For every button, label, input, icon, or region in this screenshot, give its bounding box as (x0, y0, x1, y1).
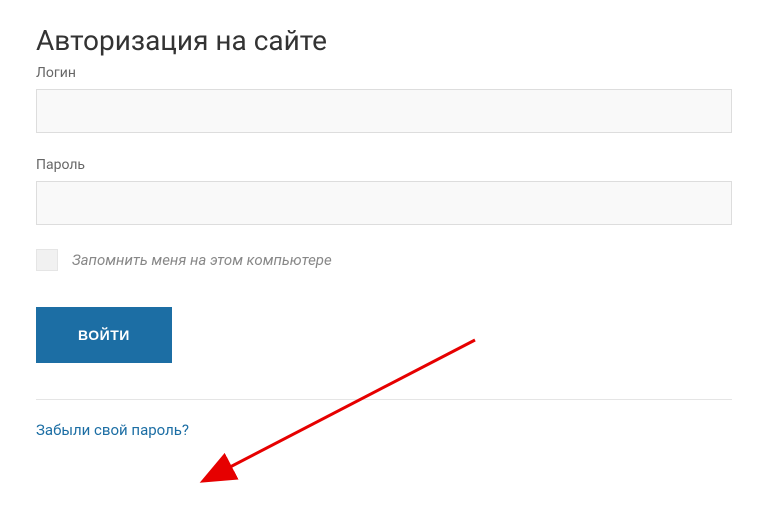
login-input[interactable] (36, 89, 732, 133)
page-title: Авторизация на сайте (36, 24, 732, 57)
divider (36, 399, 732, 400)
remember-checkbox[interactable] (36, 249, 58, 271)
password-input[interactable] (36, 181, 732, 225)
login-label: Логин (36, 65, 732, 81)
remember-label: Запомнить меня на этом компьютере (72, 251, 332, 269)
login-field-group: Логин (36, 65, 732, 133)
remember-row: Запомнить меня на этом компьютере (36, 249, 732, 271)
arrow-annotation-icon (185, 332, 485, 492)
forgot-password-link[interactable]: Забыли свой пароль? (36, 421, 189, 439)
password-field-group: Пароль (36, 157, 732, 225)
submit-button[interactable]: Войти (36, 307, 172, 363)
password-label: Пароль (36, 157, 732, 173)
